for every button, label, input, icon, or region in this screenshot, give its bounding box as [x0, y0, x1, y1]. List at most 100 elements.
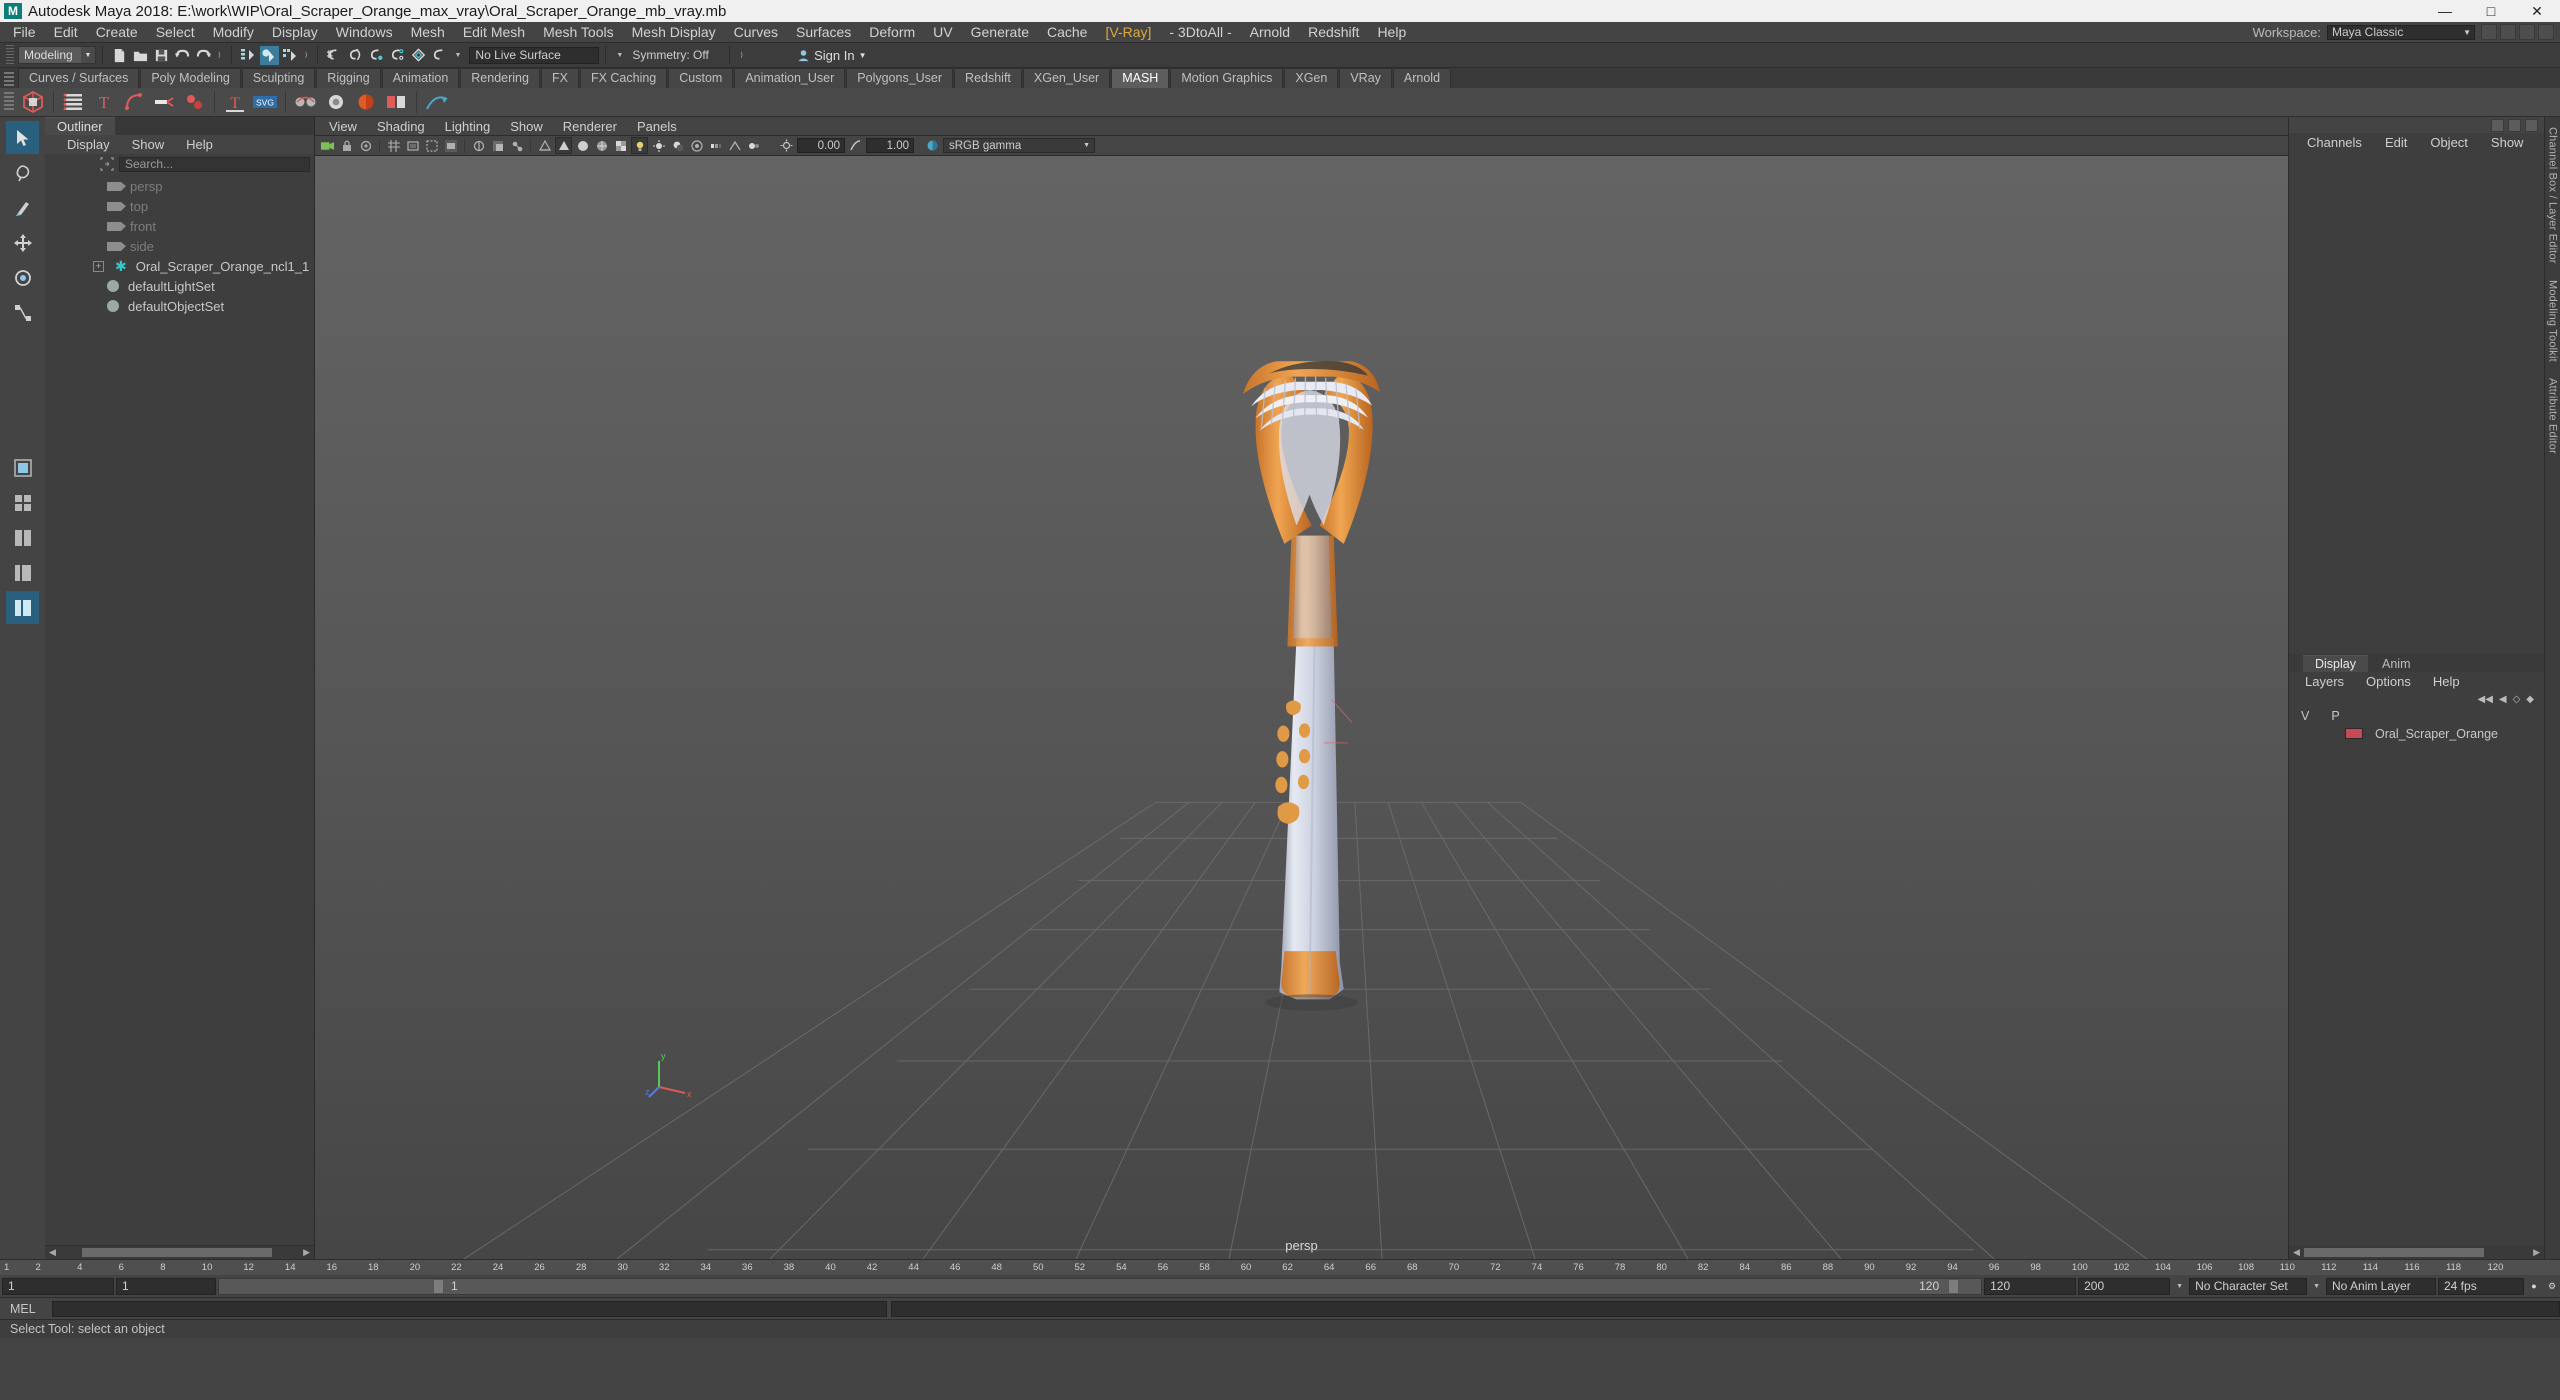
shelf-tab-xgen-user[interactable]: XGen_User	[1022, 68, 1111, 88]
side-tab-attribute-editor[interactable]: Attribute Editor	[2547, 378, 2559, 454]
shadows-toggle-icon[interactable]	[669, 137, 686, 154]
channel-box-body[interactable]	[2289, 152, 2544, 654]
lock-camera-icon[interactable]	[338, 137, 355, 154]
shelf-tab-rigging[interactable]: Rigging	[316, 68, 381, 88]
use-all-lights-icon[interactable]	[650, 137, 667, 154]
chevron-down-icon[interactable]: ▼	[2172, 1283, 2187, 1290]
shelf-tab-custom[interactable]: Custom	[668, 68, 734, 88]
gamma-field[interactable]: 1.00	[866, 138, 914, 153]
snap-curve-icon[interactable]	[346, 46, 365, 65]
paint-select-tool-button[interactable]	[6, 191, 39, 224]
menu-vray[interactable]: [V-Ray]	[1096, 22, 1160, 42]
outliner-item-side[interactable]: side	[45, 236, 314, 256]
outliner-menu-show[interactable]: Show	[132, 137, 165, 152]
outliner-menu-display[interactable]: Display	[67, 137, 110, 152]
mash-flight-icon[interactable]	[424, 89, 450, 115]
outliner-menu-help[interactable]: Help	[186, 137, 213, 152]
viewport-3d[interactable]: y x z persp	[315, 156, 2288, 1259]
layer-prev-icon[interactable]: ◀◀	[2478, 694, 2493, 705]
menu-create[interactable]: Create	[87, 22, 147, 42]
shelf-tab-xgen[interactable]: XGen	[1284, 68, 1339, 88]
camera-attributes-icon[interactable]	[357, 137, 374, 154]
viewport-menu-view[interactable]: View	[329, 119, 357, 134]
minimize-button[interactable]: —	[2422, 0, 2468, 22]
expand-collapse-icon[interactable]: +	[93, 260, 104, 272]
mash-dynamics-icon[interactable]	[181, 89, 207, 115]
symmetry-field[interactable]: Symmetry: Off	[627, 47, 723, 64]
mash-curve-icon[interactable]	[121, 89, 147, 115]
layer-delete-icon[interactable]: ◆	[2526, 694, 2534, 705]
live-surface-field[interactable]: No Live Surface	[469, 46, 600, 64]
outliner-item-front[interactable]: front	[45, 216, 314, 236]
shaded-wireframe-icon[interactable]	[593, 137, 610, 154]
xray-toggle-icon[interactable]	[489, 137, 506, 154]
outliner-item-default-object-set[interactable]: defaultObjectSet	[45, 296, 314, 316]
menu-curves[interactable]: Curves	[725, 22, 787, 42]
select-hierarchy-icon[interactable]	[239, 46, 258, 65]
scroll-left-icon[interactable]: ◀	[49, 1247, 56, 1258]
open-scene-icon[interactable]	[131, 46, 150, 65]
mash-text-icon[interactable]: T	[91, 89, 117, 115]
shelf-tab-arnold[interactable]: Arnold	[1392, 68, 1452, 88]
select-camera-icon[interactable]	[319, 137, 336, 154]
mash-placer-icon[interactable]	[293, 89, 319, 115]
persp-outliner-layout-button[interactable]	[6, 591, 39, 624]
animation-preferences-icon[interactable]: ⚙	[2544, 1278, 2560, 1294]
multisample-aa-icon[interactable]	[726, 137, 743, 154]
mash-blend-icon[interactable]	[383, 89, 409, 115]
menu-mesh[interactable]: Mesh	[402, 22, 454, 42]
viewport-menu-panels[interactable]: Panels	[637, 119, 677, 134]
scroll-right-icon[interactable]: ▶	[303, 1247, 310, 1258]
snap-grid-icon[interactable]	[325, 46, 344, 65]
chevron-down-icon[interactable]: ▼	[2309, 1283, 2324, 1290]
layer-menu-options[interactable]: Options	[2366, 674, 2411, 689]
grid-toggle-icon[interactable]	[385, 137, 402, 154]
scrollbar-thumb[interactable]	[2303, 1247, 2484, 1257]
outliner-search-input[interactable]: Search...	[119, 156, 310, 172]
symmetry-dropdown-arrow[interactable]: ▼	[612, 52, 627, 59]
shelf-tab-curves-surfaces[interactable]: Curves / Surfaces	[18, 68, 140, 88]
shelf-tab-animation-user[interactable]: Animation_User	[734, 68, 846, 88]
shelf-tab-vray[interactable]: VRay	[1339, 68, 1392, 88]
smooth-shade-all-icon[interactable]	[574, 137, 591, 154]
menu-windows[interactable]: Windows	[327, 22, 402, 42]
wireframe-shading-icon[interactable]	[536, 137, 553, 154]
playback-end-field[interactable]: 200	[2078, 1277, 2171, 1295]
mash-color-icon[interactable]	[353, 89, 379, 115]
gamma-icon[interactable]	[847, 137, 864, 154]
menu-redshift[interactable]: Redshift	[1299, 22, 1368, 42]
menu-uv[interactable]: UV	[924, 22, 961, 42]
layer-row[interactable]: Oral_Scraper_Orange	[2289, 724, 2544, 743]
film-gate-icon[interactable]	[404, 137, 421, 154]
move-tool-button[interactable]	[6, 226, 39, 259]
menu-select[interactable]: Select	[147, 22, 204, 42]
menu-file[interactable]: File	[4, 22, 45, 42]
command-line-input[interactable]	[52, 1300, 888, 1317]
two-pane-layout-button[interactable]	[6, 521, 39, 554]
shelf-tab-rendering[interactable]: Rendering	[460, 68, 540, 88]
mash-network-icon[interactable]	[20, 89, 46, 115]
shelf-tab-motion-graphics[interactable]: Motion Graphics	[1170, 68, 1284, 88]
statusline-collapse-1[interactable]: ⟩	[214, 51, 225, 59]
mash-repro-icon[interactable]	[323, 89, 349, 115]
tab-anim-layers[interactable]: Anim	[2370, 656, 2422, 672]
smooth-shading-icon[interactable]	[555, 137, 572, 154]
statusline-collapse-3[interactable]: ▼	[450, 52, 465, 59]
workspace-layout-icon-4[interactable]	[2538, 24, 2554, 40]
range-handle-left[interactable]	[433, 1278, 444, 1294]
channel-box-menu-object[interactable]: Object	[2430, 135, 2468, 150]
color-management-icon[interactable]	[924, 137, 941, 154]
auto-key-icon[interactable]: ●	[2526, 1278, 2542, 1294]
current-frame-field[interactable]: 1	[2, 1277, 114, 1295]
exposure-field[interactable]: 0.00	[797, 138, 845, 153]
menu-deform[interactable]: Deform	[860, 22, 924, 42]
use-default-lighting-icon[interactable]	[631, 137, 648, 154]
layer-scrollbar[interactable]: ◀ ▶	[2289, 1245, 2544, 1259]
menu-mesh-display[interactable]: Mesh Display	[623, 22, 725, 42]
ambient-occlusion-icon[interactable]	[688, 137, 705, 154]
outliner-item-default-light-set[interactable]: defaultLightSet	[45, 276, 314, 296]
playback-start-field[interactable]: 120	[1984, 1277, 2077, 1295]
make-live-icon[interactable]	[430, 46, 449, 65]
statusline-collapse-2[interactable]: ⟩	[301, 51, 312, 59]
menuset-select[interactable]: Modeling ▼	[18, 46, 96, 64]
